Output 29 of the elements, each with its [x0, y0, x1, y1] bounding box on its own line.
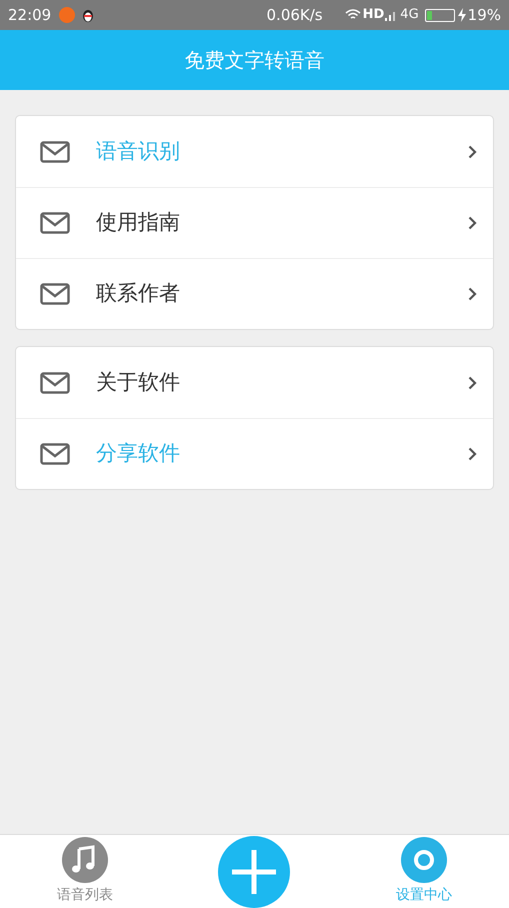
- music-note-icon: [62, 837, 108, 883]
- menu-item[interactable]: 语音识别: [16, 116, 493, 187]
- chevron-right-icon: [468, 287, 477, 301]
- chevron-right-icon: [468, 144, 477, 158]
- notification-icon: [59, 7, 76, 23]
- charging-icon: [458, 8, 466, 22]
- mail-icon: [40, 443, 70, 465]
- mail-icon: [40, 283, 70, 305]
- network-speed: 0.06K/s: [266, 4, 323, 26]
- mail-icon: [40, 372, 70, 394]
- app-title: 免费文字转语音: [184, 47, 324, 74]
- add-button[interactable]: [218, 836, 290, 908]
- chevron-right-icon: [468, 447, 477, 461]
- menu-item[interactable]: 使用指南: [16, 187, 493, 258]
- chevron-right-icon: [468, 376, 477, 390]
- nav-tab[interactable]: 设置中心: [339, 835, 509, 908]
- status-time: 22:09: [8, 4, 52, 26]
- nav-tab[interactable]: 语音列表: [0, 835, 170, 908]
- menu-item[interactable]: 联系作者: [16, 258, 493, 329]
- mail-icon: [40, 212, 70, 234]
- menu-item[interactable]: 分享软件: [16, 418, 493, 489]
- chevron-right-icon: [468, 216, 477, 230]
- battery-icon: [424, 8, 455, 22]
- battery-percent: 19%: [468, 4, 501, 26]
- menu-item[interactable]: 关于软件: [16, 347, 493, 418]
- mail-icon: [40, 140, 70, 162]
- wifi-icon: [344, 9, 361, 21]
- network-type: 4G: [400, 6, 419, 24]
- hd-label: HD: [362, 6, 384, 24]
